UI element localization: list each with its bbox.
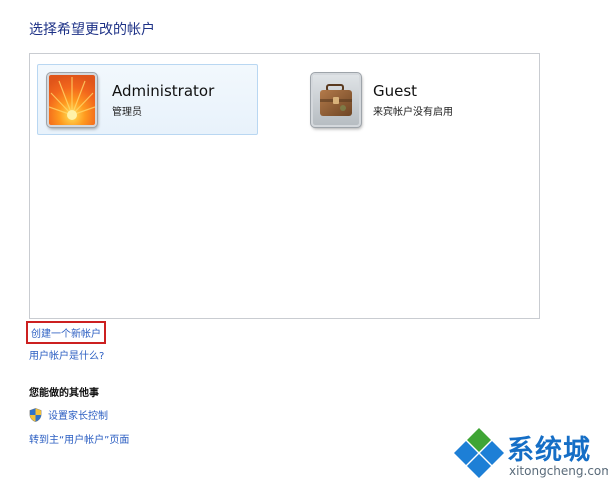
account-info: Guest 来宾帐户没有启用 — [373, 82, 453, 118]
accounts-panel: Administrator 管理员 Guest 来宾帐户没有启用 — [29, 53, 540, 319]
account-role: 管理员 — [112, 106, 142, 118]
account-name: Administrator — [112, 81, 215, 100]
diamond-logo-icon — [454, 428, 504, 478]
other-tasks-title: 您能做的其他事 — [29, 388, 99, 399]
watermark-url: xitongcheng.com — [509, 464, 608, 478]
create-account-link[interactable]: 创建一个新帐户 — [26, 321, 106, 344]
main-user-accounts-page-link[interactable]: 转到主“用户帐户”页面 — [29, 431, 129, 446]
watermark-name: 系统城 — [507, 435, 591, 466]
parental-controls-label: 设置家长控制 — [48, 411, 108, 422]
account-guest[interactable]: Guest 来宾帐户没有启用 — [302, 64, 522, 135]
account-name: Guest — [373, 81, 418, 100]
account-info: Administrator 管理员 — [112, 82, 214, 118]
what-is-user-account-link[interactable]: 用户帐户是什么? — [29, 347, 104, 362]
flower-avatar-icon — [47, 72, 97, 127]
watermark-logo: 系统城 xitongcheng.com — [452, 424, 608, 481]
page-heading: 选择希望更改的帐户 — [29, 22, 155, 38]
parental-controls-link[interactable]: 设置家长控制 — [29, 407, 108, 422]
account-administrator[interactable]: Administrator 管理员 — [37, 64, 258, 135]
account-role: 来宾帐户没有启用 — [373, 106, 453, 118]
shield-icon — [29, 407, 42, 422]
briefcase-avatar-icon — [311, 72, 361, 127]
